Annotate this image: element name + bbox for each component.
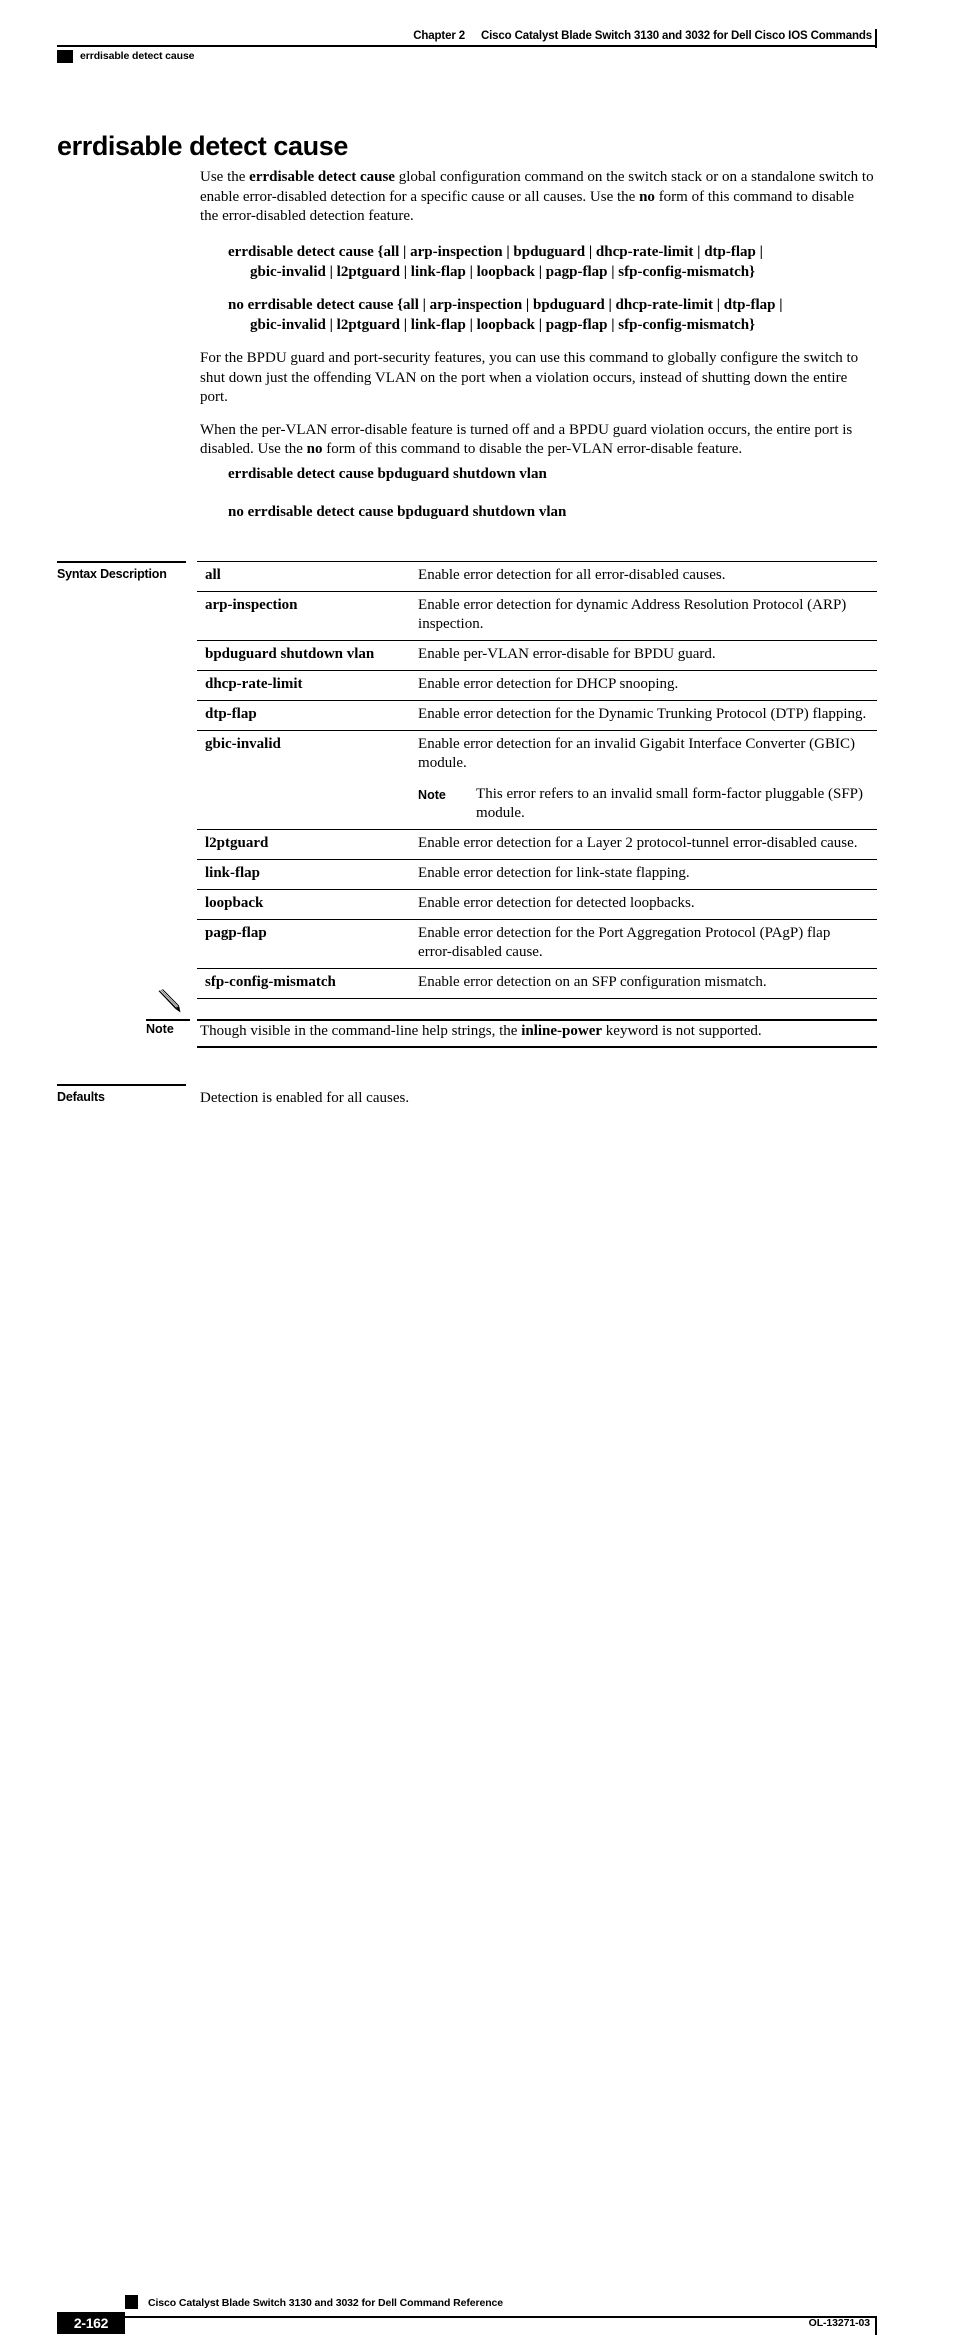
table-cell-term: dtp-flap	[197, 700, 419, 731]
table-row: gbic-invalid Enable error detection for …	[197, 730, 877, 830]
table-cell-desc: Enable error detection for an invalid Gi…	[418, 736, 855, 771]
note-label: Note	[146, 1022, 174, 1036]
syntax-description-table: all Enable error detection for all error…	[197, 561, 877, 999]
body-paragraphs: For the BPDU guard and port-security fea…	[200, 349, 875, 460]
defaults-text: Detection is enabled for all causes.	[200, 1090, 410, 1106]
intro-paragraph: Use the errdisable detect cause global c…	[200, 168, 875, 227]
syntax-line-1-cont: gbic-invalid | l2ptguard | link-flap | l…	[250, 263, 755, 280]
pervlan-paragraph: When the per-VLAN error-disable feature …	[200, 421, 875, 460]
table-cell-term: bpduguard shutdown vlan	[197, 640, 419, 671]
pencil-icon	[155, 988, 187, 1018]
header-marker-square	[57, 50, 73, 63]
syntax-table-body: all Enable error detection for all error…	[197, 561, 877, 999]
inline-note-text: This error refers to an invalid small fo…	[476, 786, 864, 821]
inline-note-label: Note	[418, 788, 446, 802]
table-cell-desc: Enable error detection for dynamic Addre…	[418, 591, 877, 641]
syntax-line-1: errdisable detect cause {all | arp-inspe…	[200, 243, 875, 282]
footer-rule-tick	[875, 2316, 878, 2335]
running-head: errdisable detect cause	[80, 50, 195, 62]
table-cell-desc: Enable error detection for DHCP snooping…	[418, 670, 877, 701]
defaults-rule	[57, 1084, 186, 1086]
table-cell-term: gbic-invalid	[197, 730, 419, 830]
intro-no-bold: no	[639, 188, 655, 205]
syntax-line-2: no errdisable detect cause {all | arp-in…	[200, 296, 875, 335]
header-chapter-number: Chapter 2	[413, 30, 465, 42]
page-header: Chapter 2 Cisco Catalyst Blade Switch 313…	[0, 0, 954, 80]
table-cell-desc: Enable error detection for all error-dis…	[418, 561, 877, 592]
table-cell-desc: Enable error detection for detected loop…	[418, 889, 877, 920]
header-book-title: Cisco Catalyst Blade Switch 3130 and 303…	[480, 30, 872, 42]
table-row: l2ptguard Enable error detection for a L…	[197, 829, 877, 860]
table-cell-desc: Enable error detection for a Layer 2 pro…	[418, 829, 877, 860]
shutdown-vlan-command: errdisable detect cause bpduguard shutdo…	[228, 466, 547, 482]
syntax-line-1-block: errdisable detect cause {all | arp-inspe…	[200, 243, 875, 282]
note-rule-top	[197, 1019, 877, 1021]
header-chapter-title: Chapter 2 Cisco Catalyst Blade Switch 313…	[413, 30, 872, 42]
table-row: link-flap Enable error detection for lin…	[197, 859, 877, 890]
footer-book-title: Cisco Catalyst Blade Switch 3130 and 303…	[148, 2297, 503, 2309]
table-row: pagp-flap Enable error detection for the…	[197, 919, 877, 969]
table-cell-desc-with-note: Enable error detection for an invalid Gi…	[418, 730, 877, 830]
table-cell-term: arp-inspection	[197, 591, 419, 641]
header-rule	[57, 45, 877, 48]
bpdu-paragraph: For the BPDU guard and port-security fea…	[200, 350, 859, 405]
table-cell-desc: Enable error detection for link-state fl…	[418, 859, 877, 890]
table-cell-term: l2ptguard	[197, 829, 419, 860]
defaults-label: Defaults	[57, 1090, 105, 1104]
header-rule-tick	[875, 29, 878, 48]
note-text-c: keyword is not supported.	[602, 1023, 762, 1039]
syntax-line-2-block: no errdisable detect cause {all | arp-in…	[200, 296, 875, 335]
page-number-badge: 2-162	[57, 2312, 125, 2334]
table-row: loopback Enable error detection for dete…	[197, 889, 877, 920]
note-icon-rule	[146, 1019, 190, 1021]
table-cell-desc: Enable per-VLAN error-disable for BPDU g…	[418, 640, 877, 671]
page-title: errdisable detect cause	[57, 131, 348, 162]
document-id: OL-13271-03	[808, 2317, 870, 2329]
intro-text-a: Use the	[200, 169, 250, 185]
table-cell-term: link-flap	[197, 859, 419, 890]
defaults-content: Detection is enabled for all causes.	[200, 1089, 875, 1109]
table-cell-term: loopback	[197, 889, 419, 920]
table-cell-desc: Enable error detection for the Port Aggr…	[418, 919, 877, 969]
table-cell-term: pagp-flap	[197, 919, 419, 969]
syntax-description-label: Syntax Description	[57, 567, 167, 581]
table-cell-term: dhcp-rate-limit	[197, 670, 419, 701]
note-text-a: Though visible in the command-line help …	[200, 1023, 522, 1039]
table-cell-desc: Enable error detection on an SFP configu…	[418, 968, 877, 999]
table-cell-term: all	[197, 561, 419, 592]
table-row: all Enable error detection for all error…	[197, 561, 877, 592]
intro-paragraph-block: Use the errdisable detect cause global c…	[200, 168, 875, 227]
syntax-description-rule	[57, 561, 186, 563]
table-cell-term: sfp-config-mismatch	[197, 968, 419, 999]
table-row: arp-inspection Enable error detection fo…	[197, 591, 877, 641]
footer-rule	[57, 2316, 877, 2319]
table-row: sfp-config-mismatch Enable error detecti…	[197, 968, 877, 999]
note-rule-bottom	[197, 1046, 877, 1048]
note-text: Though visible in the command-line help …	[200, 1022, 880, 1041]
no-shutdown-vlan-command: no errdisable detect cause bpduguard shu…	[228, 503, 567, 520]
footer-marker-square	[125, 2295, 138, 2309]
syntax-line-1-main: errdisable detect cause {all | arp-inspe…	[228, 244, 763, 260]
page-footer: Cisco Catalyst Blade Switch 3130 and 303…	[0, 1140, 954, 2335]
syntax-line-2-main: no errdisable detect cause {all | arp-in…	[228, 297, 783, 313]
pervlan-no-bold: no	[306, 441, 323, 457]
table-row: bpduguard shutdown vlan Enable per-VLAN …	[197, 640, 877, 671]
shutdown-vlan-commands: errdisable detect cause bpduguard shutdo…	[200, 465, 875, 522]
table-row: dhcp-rate-limit Enable error detection f…	[197, 670, 877, 701]
table-row: dtp-flap Enable error detection for the …	[197, 700, 877, 731]
intro-command-bold: errdisable detect cause	[249, 169, 395, 185]
syntax-line-2-cont: gbic-invalid | l2ptguard | link-flap | l…	[250, 316, 755, 333]
note-keyword-bold: inline-power	[521, 1023, 603, 1039]
table-cell-desc: Enable error detection for the Dynamic T…	[418, 700, 877, 731]
inline-note: Note This error refers to an invalid sma…	[418, 785, 867, 823]
pervlan-text-c: form of this command to disable the per-…	[322, 441, 743, 457]
